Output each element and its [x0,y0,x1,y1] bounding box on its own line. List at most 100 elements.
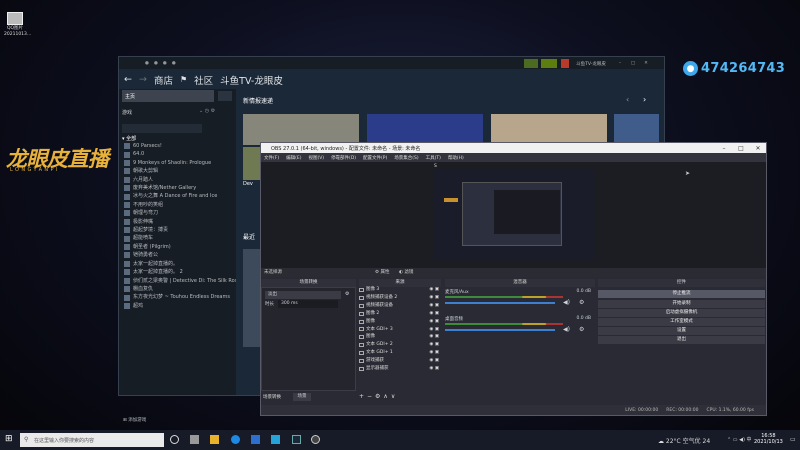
minimize-icon[interactable]: – [716,143,732,153]
gear-icon[interactable]: ⚙ [579,299,584,306]
obs-menu-item[interactable]: 场景集合(S) [394,155,418,161]
source-item[interactable]: 图像 2 ◉ ▣ [359,310,439,318]
steam-menu-item[interactable]: ● [163,61,167,66]
duration-input[interactable]: 300 ms [278,300,338,308]
visibility-lock-icons[interactable]: ◉ ▣ [429,310,439,318]
library-list-header[interactable]: ▾ 全部 [122,135,136,142]
taskbar-search-input[interactable]: ⚲ 在这里输入你要搜索的内容 [20,433,164,447]
transition-select[interactable]: 淡出 [265,291,341,299]
carousel-prev-icon[interactable]: ‹ [626,95,629,104]
close-icon[interactable]: ✕ [642,59,650,68]
source-item[interactable]: 图像 3 ◉ ▣ [359,286,439,294]
tab-transitions[interactable]: 场景转换 [263,394,281,400]
stop-streaming-button[interactable]: 停止推流 [598,290,765,298]
library-game-item[interactable]: 不用吵的笑组 [124,201,236,209]
store-icon[interactable] [251,435,260,444]
obs-preview[interactable] [434,170,593,260]
source-item[interactable]: 文本 GDI+ 1 ◉ ▣ [359,349,439,357]
properties-button[interactable]: ⚙ 属性 [375,268,389,277]
filter-icons[interactable]: ⌄ ◷ ⚙ [199,108,215,114]
news-tile[interactable] [614,114,659,145]
source-toolbar-icons[interactable]: +−⚙∧∨ [359,393,398,400]
steam-menu-item[interactable]: ● [172,61,176,66]
library-game-item[interactable]: 64.0 [124,150,236,158]
visibility-lock-icons[interactable]: ◉ ▣ [429,341,439,349]
nav-community[interactable]: 社区 [194,73,213,87]
library-game-item[interactable]: 朝理与弯刀 [124,209,236,217]
source-item[interactable]: 文本 GDI+ 2 ◉ ▣ [359,341,439,349]
library-game-item[interactable]: 朝圣者 (Pilgrim) [124,243,236,251]
library-game-item[interactable]: 太家一起掉直播的。 [124,260,236,268]
forward-arrow-icon[interactable]: → [139,74,147,85]
back-arrow-icon[interactable]: ← [124,74,132,85]
volume-slider[interactable] [445,302,555,304]
library-game-item[interactable]: 60 Parsecs! [124,142,236,150]
library-game-item[interactable]: 超起梦境：搏责 [124,226,236,234]
file-explorer-icon[interactable] [210,435,219,444]
tab-scenes[interactable]: 场景 [293,393,311,401]
gear-icon[interactable]: ⚙ [579,326,584,333]
library-game-item[interactable]: 六月踏人 [124,176,236,184]
start-windows-icon[interactable]: ⊞ [5,434,14,444]
nav-store[interactable]: 商店 [154,73,173,87]
source-item[interactable]: 图像 ◉ ▣ [359,333,439,341]
settings-button[interactable]: 设置 [598,327,765,335]
library-game-item[interactable]: 铠骑勇者公 [124,251,236,259]
edge-browser-icon[interactable] [231,435,240,444]
library-search-input[interactable] [122,124,202,133]
news-tile[interactable] [367,114,483,145]
library-game-item[interactable]: 东方夜光幻梦 ~ Touhou Endless Dreams [124,293,236,301]
library-filter-label[interactable]: 游戏 [122,109,132,116]
qq-app-icon[interactable] [271,435,280,444]
nav-user[interactable]: 斗鱼TV-龙眼皮 [220,73,283,87]
obs-menu-item[interactable]: 工具(T) [426,155,441,161]
notification-icon[interactable]: ▭ [790,436,796,443]
steam-broadcast-button[interactable] [524,59,538,68]
source-item[interactable]: 视频捕获设备 2 ◉ ▣ [359,294,439,302]
obs-menu-item[interactable]: 停靠部件(D) [331,155,356,161]
visibility-lock-icons[interactable]: ◉ ▣ [429,302,439,310]
news-tile[interactable] [243,114,359,145]
library-game-item[interactable]: 太家一起掉直播的。 2 [124,268,236,276]
filters-button[interactable]: ◐ 滤镜 [399,268,413,277]
visibility-lock-icons[interactable]: ◉ ▣ [429,286,439,294]
visibility-lock-icons[interactable]: ◉ ▣ [429,349,439,357]
visibility-lock-icons[interactable]: ◉ ▣ [429,294,439,302]
steam-taskbar-icon[interactable] [292,435,301,444]
obs-menu-item[interactable]: 帮助(H) [448,155,464,161]
studio-mode-button[interactable]: 工作室模式 [598,318,765,326]
source-item[interactable]: 视频捕获设备 ◉ ▣ [359,302,439,310]
grid-view-icon[interactable] [218,91,232,101]
transition-settings-icon[interactable]: ⚙ [345,291,349,297]
obs-menu-item[interactable]: 配置文件(P) [363,155,387,161]
add-game-button[interactable]: ⊞ 添加游戏 [123,417,146,423]
visibility-lock-icons[interactable]: ◉ ▣ [429,318,439,326]
exit-button[interactable]: 退出 [598,336,765,344]
desktop-icon-qq-image[interactable]: QQ图片 20211013... [4,12,31,38]
steam-account-button[interactable]: 斗鱼TV-龙眼皮 [571,59,611,68]
visibility-lock-icons[interactable]: ◉ ▣ [429,357,439,365]
obs-menu-item[interactable]: 编辑(E) [286,155,301,161]
source-item[interactable]: 显示器捕获 ◉ ▣ [359,365,439,373]
steam-menu-item[interactable]: ● [154,61,158,66]
minimize-icon[interactable]: – [616,59,624,68]
weather-widget[interactable]: ☁ 22°C 空气优 24 [658,436,710,445]
visibility-lock-icons[interactable]: ◉ ▣ [429,365,439,373]
maximize-icon[interactable]: □ [733,143,749,153]
library-game-item[interactable]: 极影伸嘴 [124,218,236,226]
visibility-lock-icons[interactable]: ◉ ▣ [429,333,439,341]
steam-avatar[interactable] [561,59,569,68]
task-view-icon[interactable] [170,435,179,444]
start-virtualcam-button[interactable]: 启动虚拟摄像机 [598,309,765,317]
maximize-icon[interactable]: □ [629,59,637,68]
library-game-item[interactable]: 冰与火之舞 A Dance of Fire and Ice [124,192,236,200]
source-item[interactable]: 游戏捕获 ◉ ▣ [359,357,439,365]
speaker-icon[interactable]: ◀) [563,326,570,333]
start-recording-button[interactable]: 开始录制 [598,300,765,308]
steam-notifications-button[interactable] [541,59,557,68]
speaker-icon[interactable]: ◀) [563,299,570,306]
carousel-next-icon[interactable]: › [643,95,646,104]
library-game-item[interactable]: 废弃美术馆/Nether Gallery [124,184,236,192]
recent-game-tile[interactable] [243,249,261,347]
close-icon[interactable]: ✕ [750,143,766,153]
